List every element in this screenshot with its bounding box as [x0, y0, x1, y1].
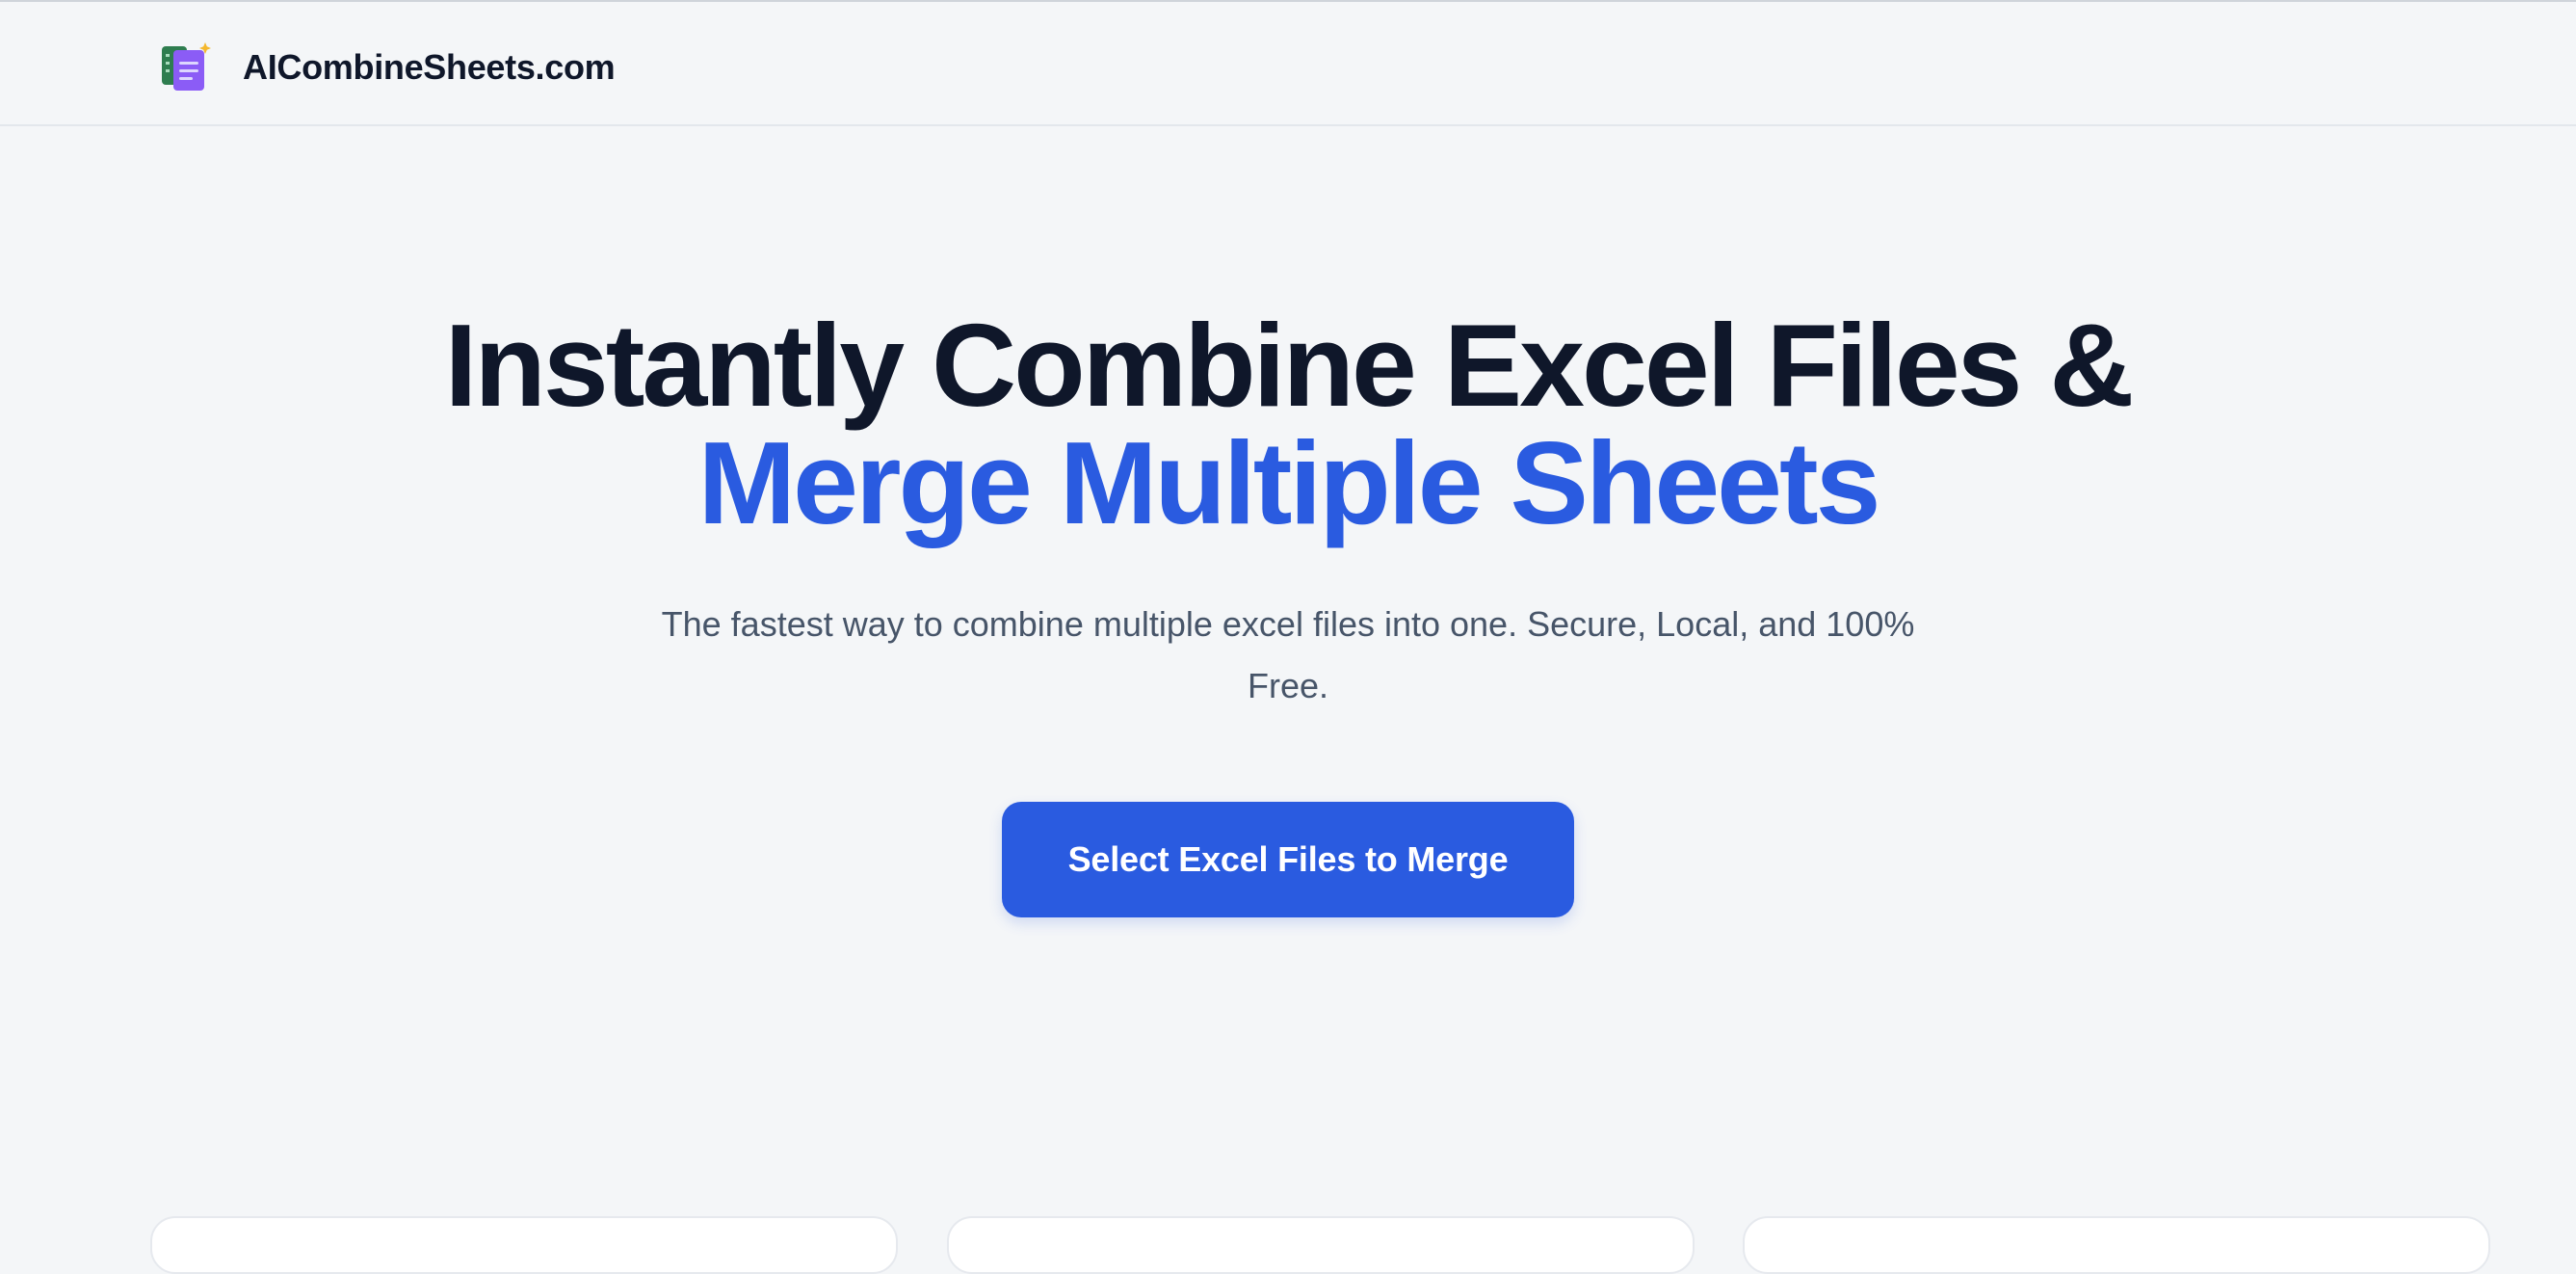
hero-subtitle: The fastest way to combine multiple exce… [661, 604, 1915, 705]
hero-title-line-2-highlight: Merge Multiple Sheets [697, 417, 1880, 548]
hero-title-line-1: Instantly Combine Excel Files & [444, 300, 2134, 431]
select-excel-files-button[interactable]: Select Excel Files to Merge [1002, 802, 1574, 917]
hero-title: Instantly Combine Excel Files & Merge Mu… [0, 306, 2576, 542]
site-header: AICombineSheets.com [0, 2, 2576, 126]
feature-card-3 [1743, 1216, 2490, 1274]
feature-card-2 [947, 1216, 1695, 1274]
hero-section: Instantly Combine Excel Files & Merge Mu… [0, 306, 2576, 917]
spreadsheet-merge-logo-icon [162, 42, 211, 91]
brand-home-link[interactable]: AICombineSheets.com [160, 40, 616, 94]
brand-name: AICombineSheets.com [243, 47, 616, 87]
feature-card-1 [150, 1216, 898, 1274]
